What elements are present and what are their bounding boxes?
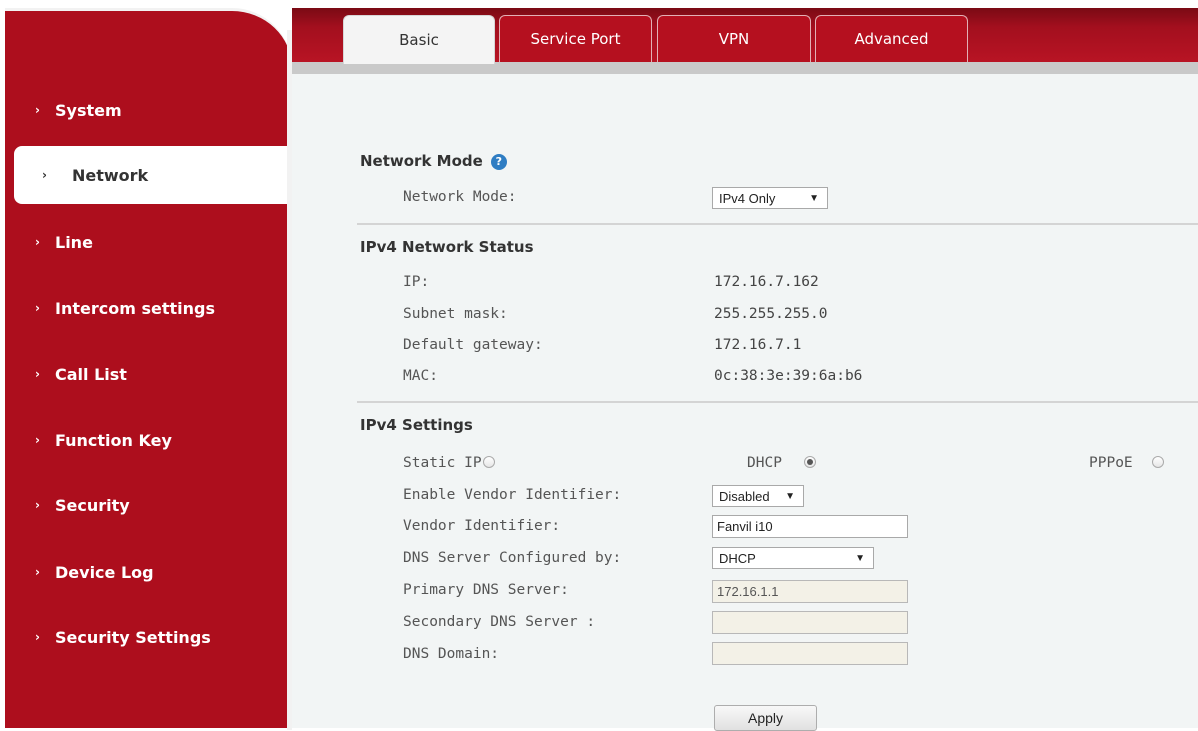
- divider: [357, 223, 1198, 225]
- sidebar-item-network[interactable]: › Network: [14, 146, 287, 204]
- sidebar-item-line[interactable]: › Line: [0, 214, 282, 270]
- vendor-enable-label: Enable Vendor Identifier:: [403, 487, 622, 503]
- sidebar-item-label: Device Log: [55, 562, 154, 582]
- sidebar-item-call-list[interactable]: › Call List: [0, 346, 282, 402]
- primary-dns-label: Primary DNS Server:: [403, 582, 569, 598]
- tab-service-port[interactable]: Service Port: [499, 15, 652, 62]
- pppoe-radio[interactable]: [1152, 456, 1164, 468]
- dropdown-arrow-icon: ▼: [809, 192, 819, 204]
- mac-value: 0c:38:3e:39:6a:b6: [714, 368, 863, 384]
- ip-label: IP:: [403, 274, 430, 290]
- sidebar-item-label: Network: [72, 165, 149, 185]
- sidebar-item-label: Intercom settings: [55, 298, 215, 318]
- chevron-right-icon: ›: [35, 498, 40, 512]
- network-mode-value: IPv4 Only: [719, 190, 776, 206]
- network-mode-select[interactable]: IPv4 Only ▼: [712, 187, 828, 209]
- mac-label: MAC:: [403, 368, 438, 384]
- divider: [357, 401, 1198, 403]
- sidebar-item-security[interactable]: › Security: [0, 477, 282, 533]
- dns-config-label: DNS Server Configured by:: [403, 550, 622, 566]
- subnet-label: Subnet mask:: [403, 306, 508, 322]
- sidebar-item-intercom-settings[interactable]: › Intercom settings: [0, 280, 282, 336]
- dns-domain-label: DNS Domain:: [403, 646, 500, 662]
- vendor-enable-select[interactable]: Disabled ▼: [712, 485, 804, 507]
- chevron-right-icon: ›: [35, 301, 40, 315]
- dns-config-select[interactable]: DHCP ▼: [712, 547, 874, 569]
- section-network-mode: Network Mode?: [360, 152, 507, 170]
- section-ipv4-settings: IPv4 Settings: [360, 416, 473, 434]
- sidebar-item-security-settings[interactable]: › Security Settings: [0, 609, 282, 665]
- dropdown-arrow-icon: ▼: [785, 490, 795, 502]
- gateway-value: 172.16.7.1: [714, 337, 802, 353]
- dhcp-radio[interactable]: [804, 456, 816, 468]
- gateway-label: Default gateway:: [403, 337, 543, 353]
- vendor-id-input[interactable]: [712, 515, 908, 538]
- sidebar-item-label: Call List: [55, 364, 127, 384]
- dns-domain-input[interactable]: [712, 642, 908, 665]
- vendor-id-label: Vendor Identifier:: [403, 518, 561, 534]
- static-ip-label: Static IP: [403, 455, 482, 471]
- static-ip-radio[interactable]: [483, 456, 495, 468]
- subnet-value: 255.255.255.0: [714, 306, 828, 322]
- ip-value: 172.16.7.162: [714, 274, 819, 290]
- sidebar-item-system[interactable]: › System: [0, 82, 282, 138]
- section-ipv4-status: IPv4 Network Status: [360, 238, 534, 256]
- chevron-right-icon: ›: [35, 433, 40, 447]
- network-mode-label: Network Mode:: [403, 189, 517, 205]
- section-title: Network Mode: [360, 152, 483, 170]
- sidebar-item-label: Line: [55, 232, 93, 252]
- secondary-dns-input[interactable]: [712, 611, 908, 634]
- sidebar-item-label: System: [55, 100, 122, 120]
- secondary-dns-label: Secondary DNS Server :: [403, 614, 596, 630]
- chevron-right-icon: ›: [42, 168, 47, 182]
- tab-basic[interactable]: Basic: [343, 15, 495, 64]
- dhcp-label: DHCP: [747, 455, 782, 471]
- help-icon[interactable]: ?: [490, 154, 507, 170]
- sidebar-item-device-log[interactable]: › Device Log: [0, 544, 282, 600]
- sidebar-item-label: Security: [55, 495, 130, 515]
- chevron-right-icon: ›: [35, 630, 40, 644]
- apply-button[interactable]: Apply: [714, 705, 817, 731]
- sidebar-item-label: Security Settings: [55, 627, 211, 647]
- chevron-right-icon: ›: [35, 367, 40, 381]
- sidebar-item-function-key[interactable]: › Function Key: [0, 412, 282, 468]
- chevron-right-icon: ›: [35, 103, 40, 117]
- chevron-right-icon: ›: [35, 565, 40, 579]
- dropdown-arrow-icon: ▼: [855, 552, 865, 564]
- chevron-right-icon: ›: [35, 235, 40, 249]
- sidebar-item-label: Function Key: [55, 430, 172, 450]
- pppoe-label: PPPoE: [1089, 455, 1133, 471]
- dns-config-value: DHCP: [719, 550, 756, 566]
- tab-vpn[interactable]: VPN: [657, 15, 811, 62]
- primary-dns-input[interactable]: [712, 580, 908, 603]
- tab-advanced[interactable]: Advanced: [815, 15, 968, 62]
- vendor-enable-value: Disabled: [719, 488, 770, 504]
